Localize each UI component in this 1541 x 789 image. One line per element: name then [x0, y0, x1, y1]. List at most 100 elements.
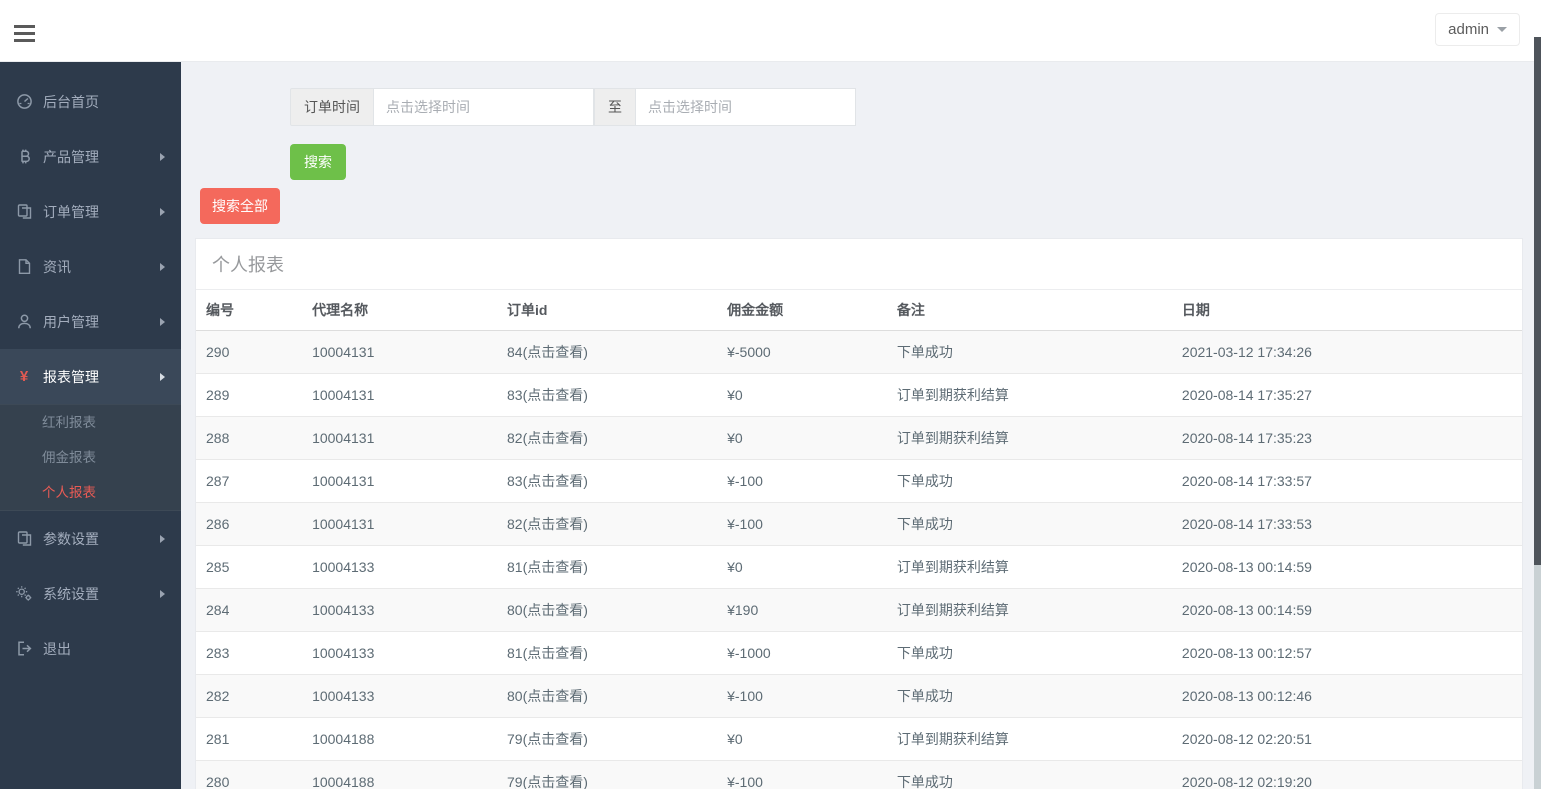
- vertical-scrollbar-track[interactable]: [1534, 565, 1541, 789]
- sidebar-item-3[interactable]: 资讯: [0, 239, 181, 294]
- cell-date: 2020-08-12 02:19:20: [1171, 760, 1522, 789]
- sidebar-item-7[interactable]: 系统设置: [0, 566, 181, 621]
- cell-agent-name: 10004131: [302, 373, 497, 417]
- cell-remark: 订单到期获利结算: [886, 545, 1172, 589]
- cell-number: 284: [196, 588, 303, 632]
- admin-username: admin: [1448, 21, 1489, 38]
- cell-commission: ¥190: [717, 588, 887, 632]
- column-header: 编号: [196, 290, 303, 331]
- files-icon: [14, 203, 34, 221]
- cell-date: 2020-08-13 00:12:57: [1171, 631, 1522, 675]
- cell-agent-name: 10004188: [302, 760, 497, 789]
- table-row: 289 10004131 83(点击查看) ¥0 订单到期获利结算 2020-08-14 …: [196, 373, 1522, 417]
- chevron-right-icon: [160, 589, 165, 598]
- gears-icon: [14, 585, 34, 603]
- cell-number: 280: [196, 760, 303, 789]
- cell-order-id[interactable]: 79(点击查看): [497, 717, 718, 761]
- search-button[interactable]: 搜索: [290, 144, 346, 180]
- sidebar-item-label: 退出: [43, 640, 71, 657]
- cell-order-id[interactable]: 80(点击查看): [497, 588, 718, 632]
- sidebar-item-label: 后台首页: [43, 93, 99, 110]
- cell-number: 285: [196, 545, 303, 589]
- cell-commission: ¥-5000: [717, 330, 887, 374]
- sidebar-item-2[interactable]: 订单管理: [0, 184, 181, 239]
- table-row: 284 10004133 80(点击查看) ¥190 订单到期获利结算 2020-08-1…: [196, 588, 1522, 632]
- cell-remark: 下单成功: [886, 674, 1172, 718]
- cell-commission: ¥0: [717, 545, 887, 589]
- sidebar-subitem[interactable]: 个人报表: [0, 475, 181, 510]
- dashboard-icon: [14, 93, 34, 111]
- sidebar-item-5[interactable]: ¥ 报表管理: [0, 349, 181, 404]
- cell-remark: 订单到期获利结算: [886, 416, 1172, 460]
- cell-agent-name: 10004131: [302, 330, 497, 374]
- cell-order-id[interactable]: 83(点击查看): [497, 459, 718, 503]
- sidebar-item-label: 报表管理: [43, 368, 99, 385]
- sidebar-item-label: 系统设置: [43, 585, 99, 602]
- cell-number: 289: [196, 373, 303, 417]
- cell-date: 2020-08-13 00:14:59: [1171, 545, 1522, 589]
- report-title: 个人报表: [196, 239, 1522, 290]
- chevron-right-icon: [160, 534, 165, 543]
- sidebar-item-1[interactable]: 产品管理: [0, 129, 181, 184]
- cell-commission: ¥0: [717, 416, 887, 460]
- cell-number: 286: [196, 502, 303, 546]
- topbar: admin: [0, 0, 1541, 62]
- sidebar-item-label: 订单管理: [43, 203, 99, 220]
- cell-agent-name: 10004131: [302, 416, 497, 460]
- cell-order-id[interactable]: 82(点击查看): [497, 502, 718, 546]
- file-icon: [14, 258, 34, 276]
- cell-remark: 下单成功: [886, 631, 1172, 675]
- table-row: 286 10004131 82(点击查看) ¥-100 下单成功 2020-08-14 1…: [196, 502, 1522, 546]
- sidebar-item-0[interactable]: 后台首页: [0, 74, 181, 129]
- cell-number: 288: [196, 416, 303, 460]
- vertical-scrollbar-thumb[interactable]: [1534, 37, 1541, 565]
- column-header: 备注: [886, 290, 1172, 331]
- cell-order-id[interactable]: 81(点击查看): [497, 631, 718, 675]
- sidebar-item-6[interactable]: 参数设置: [0, 511, 181, 566]
- table-row: 285 10004133 81(点击查看) ¥0 订单到期获利结算 2020-08-13 …: [196, 545, 1522, 589]
- chevron-right-icon: [160, 262, 165, 271]
- bitcoin-icon: [14, 148, 34, 166]
- cell-order-id[interactable]: 83(点击查看): [497, 373, 718, 417]
- cell-date: 2020-08-14 17:33:57: [1171, 459, 1522, 503]
- chevron-right-icon: [160, 207, 165, 216]
- sidebar-item-8[interactable]: 退出: [0, 621, 181, 676]
- table-row: 281 10004188 79(点击查看) ¥0 订单到期获利结算 2020-08-12 …: [196, 717, 1522, 761]
- sidebar-subitem[interactable]: 红利报表: [0, 405, 181, 440]
- sidebar-item-4[interactable]: 用户管理: [0, 294, 181, 349]
- cell-date: 2020-08-13 00:12:46: [1171, 674, 1522, 718]
- cell-number: 282: [196, 674, 303, 718]
- cell-number: 287: [196, 459, 303, 503]
- column-header: 订单id: [497, 290, 718, 331]
- cell-number: 281: [196, 717, 303, 761]
- table-row: 280 10004188 79(点击查看) ¥-100 下单成功 2020-08-12 0…: [196, 760, 1522, 789]
- cell-order-id[interactable]: 79(点击查看): [497, 760, 718, 789]
- table-header-row: 编号 代理名称 订单id 佣金金额 备注 日期: [196, 290, 1522, 331]
- sidebar-item-label: 产品管理: [43, 148, 99, 165]
- main-content: 订单时间 至 搜索 搜索全部 个人报表 编号代理名称订单id佣金金额备注日期29…: [181, 62, 1541, 789]
- date-from-input[interactable]: [374, 88, 594, 126]
- table-row: 290 10004131 84(点击查看) ¥-5000 下单成功 2021-03-12 …: [196, 330, 1522, 374]
- column-header: 日期: [1171, 290, 1522, 331]
- table-row: 287 10004131 83(点击查看) ¥-100 下单成功 2020-08-14 1…: [196, 459, 1522, 503]
- yen-icon: ¥: [19, 368, 29, 385]
- cell-number: 290: [196, 330, 303, 374]
- chevron-right-icon: [160, 317, 165, 326]
- cell-order-id[interactable]: 84(点击查看): [497, 330, 718, 374]
- cell-number: 283: [196, 631, 303, 675]
- cell-remark: 订单到期获利结算: [886, 717, 1172, 761]
- table-row: 282 10004133 80(点击查看) ¥-100 下单成功 2020-08-13 0…: [196, 674, 1522, 718]
- cell-order-id[interactable]: 82(点击查看): [497, 416, 718, 460]
- cell-commission: ¥-1000: [717, 631, 887, 675]
- cell-order-id[interactable]: 80(点击查看): [497, 674, 718, 718]
- cell-order-id[interactable]: 81(点击查看): [497, 545, 718, 589]
- cell-agent-name: 10004133: [302, 674, 497, 718]
- cell-commission: ¥-100: [717, 459, 887, 503]
- hamburger-menu-icon[interactable]: [14, 25, 35, 42]
- search-all-button[interactable]: 搜索全部: [200, 188, 280, 224]
- date-to-input[interactable]: [636, 88, 856, 126]
- admin-dropdown[interactable]: admin: [1435, 13, 1520, 46]
- cell-date: 2020-08-14 17:35:23: [1171, 416, 1522, 460]
- cell-commission: ¥0: [717, 717, 887, 761]
- sidebar-subitem[interactable]: 佣金报表: [0, 440, 181, 475]
